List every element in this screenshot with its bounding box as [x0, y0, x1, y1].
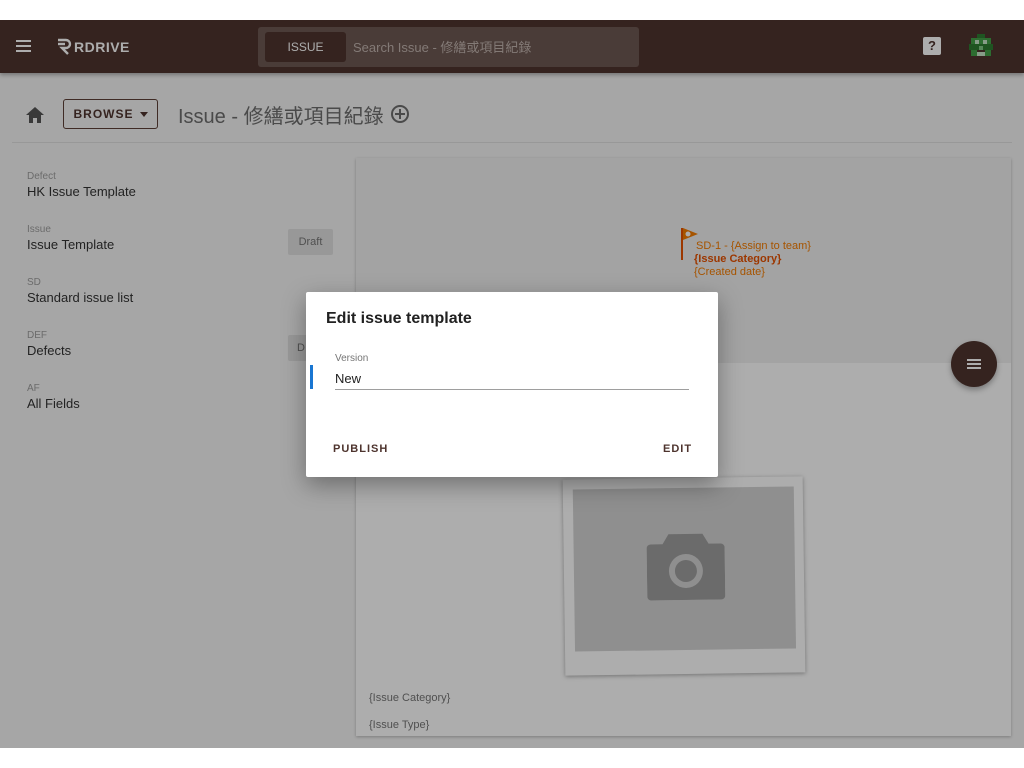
edit-template-dialog: Edit issue template Version PUBLISH EDIT: [306, 292, 718, 477]
version-label: Version: [335, 353, 369, 364]
publish-button[interactable]: PUBLISH: [333, 443, 388, 455]
version-field[interactable]: [335, 367, 689, 390]
field-focus-indicator: [310, 365, 313, 389]
dialog-title: Edit issue template: [326, 310, 472, 327]
app-window: RDRIVE ISSUE ? BROWSE Issue - 修繕或項: [0, 20, 1024, 748]
edit-button[interactable]: EDIT: [663, 443, 692, 455]
